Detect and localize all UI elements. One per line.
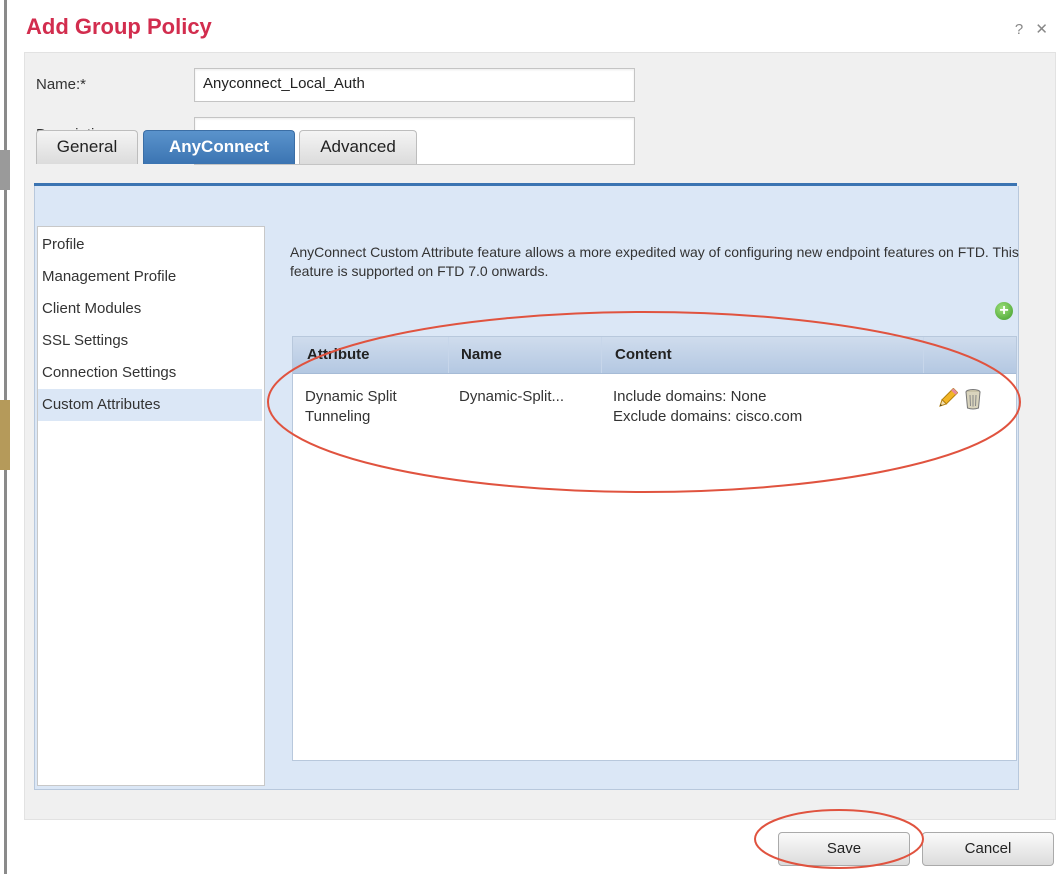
cancel-button[interactable]: Cancel — [922, 832, 1054, 866]
column-divider — [923, 337, 924, 373]
custom-attributes-table: Attribute Name Content Dynamic Split Tun… — [292, 336, 1017, 761]
dialog-title: Add Group Policy — [26, 14, 212, 39]
sidebar-item-connection-settings[interactable]: Connection Settings — [38, 357, 262, 389]
tab-anyconnect[interactable]: AnyConnect — [143, 130, 295, 164]
tab-general[interactable]: General — [36, 130, 138, 164]
column-header-name[interactable]: Name — [461, 337, 502, 373]
pencil-icon[interactable] — [936, 388, 958, 410]
sidebar-item-ssl-settings[interactable]: SSL Settings — [38, 325, 262, 357]
sidebar-item-custom-attributes[interactable]: Custom Attributes — [38, 389, 262, 421]
sidebar-item-profile[interactable]: Profile — [38, 229, 262, 261]
edge-marker — [0, 150, 10, 190]
tab-advanced[interactable]: Advanced — [299, 130, 417, 164]
add-icon[interactable]: + — [995, 302, 1013, 320]
name-field[interactable]: Anyconnect_Local_Auth — [194, 68, 635, 102]
column-header-content[interactable]: Content — [615, 337, 672, 373]
sidebar-item-management-profile[interactable]: Management Profile — [38, 261, 262, 293]
sidebar: Profile Management Profile Client Module… — [37, 226, 265, 786]
sidebar-item-client-modules[interactable]: Client Modules — [38, 293, 262, 325]
edge-marker — [0, 400, 10, 470]
row-attribute-line2: Tunneling — [305, 408, 371, 425]
row-content-line2: Exclude domains: cisco.com — [613, 408, 803, 425]
row-content-line1: Include domains: None — [613, 388, 767, 405]
column-header-attribute[interactable]: Attribute — [307, 337, 370, 373]
column-divider — [601, 337, 602, 373]
name-label: Name:* — [36, 76, 87, 93]
column-divider — [448, 337, 449, 373]
trash-icon[interactable] — [964, 388, 982, 410]
row-name: Dynamic-Split... — [459, 388, 565, 405]
window-controls[interactable]: ? ✕ — [1015, 20, 1052, 38]
table-header: Attribute Name Content — [293, 337, 1016, 374]
custom-attributes-description: AnyConnect Custom Attribute feature allo… — [290, 244, 1019, 279]
save-button[interactable]: Save — [778, 832, 910, 866]
window-left-edge — [0, 0, 12, 874]
row-attribute-line1: Dynamic Split — [305, 388, 397, 405]
